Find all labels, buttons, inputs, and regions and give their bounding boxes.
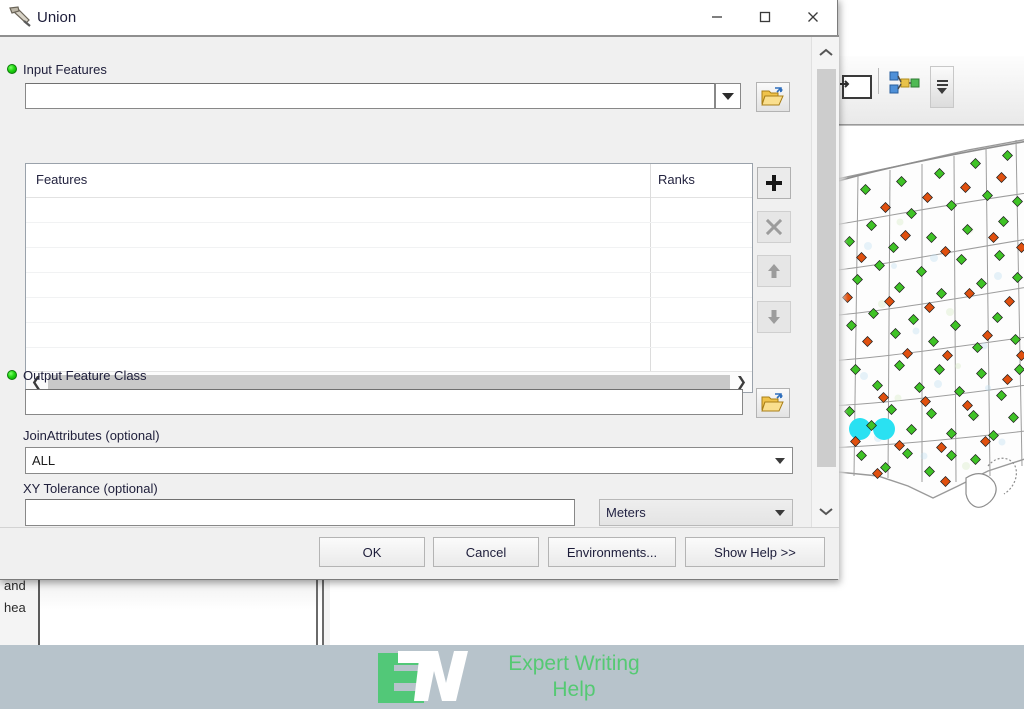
horizontal-scroll-thumb[interactable]	[48, 374, 730, 390]
toolbar-overflow-icon[interactable]	[930, 66, 954, 108]
dialog-form: Input Features Features Ranks ❮ ❯ Output…	[0, 37, 811, 527]
join-attributes-select[interactable]: ALL	[25, 447, 793, 474]
plus-icon	[766, 175, 782, 191]
column-header-ranks: Ranks	[658, 172, 695, 187]
toolbar-separator	[878, 68, 879, 94]
close-icon[interactable]	[789, 0, 837, 35]
map-view[interactable]	[838, 125, 1024, 526]
dialog-titlebar[interactable]: Union	[0, 0, 837, 36]
input-features-field[interactable]	[25, 83, 715, 109]
table-row[interactable]	[26, 273, 752, 298]
map-canvas	[838, 126, 1024, 526]
background-text-line1: and	[4, 578, 26, 593]
features-list-header: Features Ranks	[26, 164, 752, 198]
xy-tolerance-label: XY Tolerance (optional)	[23, 481, 158, 496]
dialog-footer: OK Cancel Environments... Show Help >>	[0, 527, 839, 579]
join-attributes-value: ALL	[32, 453, 56, 468]
watermark-line2: Help	[552, 678, 596, 701]
move-down-button[interactable]	[757, 301, 791, 333]
background-text-line2: hea	[4, 600, 26, 615]
model-builder-icon[interactable]	[888, 70, 920, 96]
background-toolbar	[838, 56, 1024, 125]
input-features-required-indicator	[7, 64, 17, 74]
ok-button[interactable]: OK	[319, 537, 425, 567]
add-feature-button[interactable]	[757, 167, 791, 199]
xy-tolerance-field[interactable]	[25, 499, 575, 526]
window-controls	[693, 0, 837, 35]
join-attributes-label: JoinAttributes (optional)	[23, 428, 160, 443]
input-features-label: Input Features	[23, 62, 107, 77]
dialog-vertical-scrollbar[interactable]	[811, 37, 839, 527]
arrow-up-icon	[768, 264, 780, 278]
table-row[interactable]	[26, 248, 752, 273]
output-feature-class-label: Output Feature Class	[23, 368, 147, 383]
watermark-text: Expert Writing Help	[486, 651, 662, 703]
output-feature-class-field[interactable]	[25, 389, 743, 415]
scroll-up-icon[interactable]	[812, 39, 839, 67]
output-feature-class-browse-button[interactable]	[756, 388, 790, 418]
table-row[interactable]	[26, 323, 752, 348]
input-features-dropdown-button[interactable]	[715, 83, 741, 109]
union-dialog: Union Input Features Features Ranks ❮ ❯ …	[0, 0, 839, 580]
hammer-tool-icon	[9, 6, 31, 27]
arrow-down-icon	[768, 310, 780, 324]
maximize-icon[interactable]	[741, 0, 789, 35]
chevron-down-icon	[775, 509, 785, 516]
table-row[interactable]	[26, 298, 752, 323]
xy-tolerance-units-select[interactable]: Meters	[599, 499, 793, 526]
open-folder-icon	[761, 393, 784, 412]
chevron-down-icon	[775, 457, 785, 464]
output-feature-class-required-indicator	[7, 370, 17, 380]
column-header-features: Features	[36, 172, 88, 187]
watermark-line1: Expert Writing	[508, 652, 640, 675]
move-up-button[interactable]	[757, 255, 791, 287]
minimize-icon[interactable]	[693, 0, 741, 35]
open-folder-icon	[761, 87, 784, 106]
table-row[interactable]	[26, 198, 752, 223]
table-row[interactable]	[26, 223, 752, 248]
dialog-body: Input Features Features Ranks ❮ ❯ Output…	[0, 35, 839, 527]
cross-icon	[765, 218, 783, 236]
show-help-button[interactable]: Show Help >>	[685, 537, 825, 567]
xy-tolerance-units-value: Meters	[606, 505, 646, 520]
results-window-icon[interactable]	[840, 72, 872, 99]
remove-feature-button[interactable]	[757, 211, 791, 243]
environments-button[interactable]: Environments...	[548, 537, 676, 567]
scroll-down-icon[interactable]	[812, 497, 839, 525]
watermark-bar: Expert Writing Help	[0, 645, 1024, 709]
features-list[interactable]: Features Ranks ❮ ❯	[25, 163, 753, 393]
screen-root: and hea Expert Writing Help Union Input …	[0, 0, 1024, 709]
dialog-title: Union	[37, 8, 77, 26]
vertical-scroll-thumb[interactable]	[817, 69, 836, 467]
ew-logo-icon	[378, 651, 468, 703]
cancel-button[interactable]: Cancel	[433, 537, 539, 567]
features-list-rows	[26, 198, 752, 373]
input-features-browse-button[interactable]	[756, 82, 790, 112]
